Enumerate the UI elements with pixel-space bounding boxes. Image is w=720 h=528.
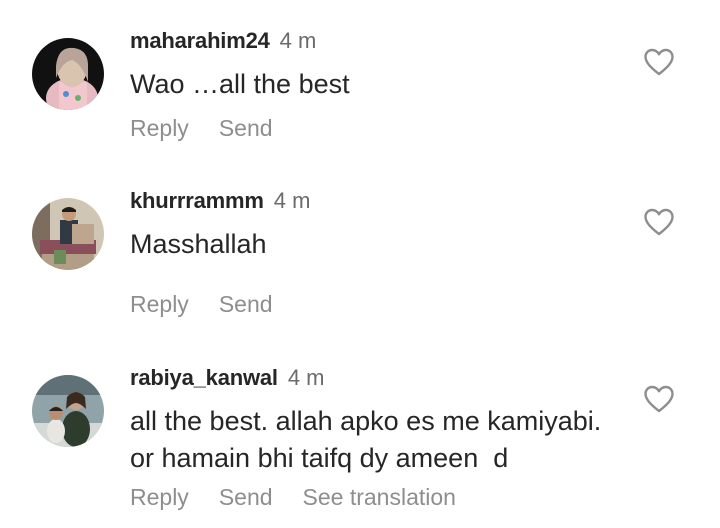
comment-text: Masshallah — [130, 229, 267, 259]
see-translation-button[interactable]: See translation — [303, 483, 456, 511]
username[interactable]: rabiya_kanwal — [130, 365, 278, 390]
username[interactable]: khurrrammm — [130, 188, 264, 213]
heart-outline-icon[interactable] — [643, 384, 675, 414]
heart-outline-icon[interactable] — [643, 207, 675, 237]
timestamp: 4 m — [279, 28, 317, 53]
username[interactable]: maharahim24 — [130, 28, 270, 53]
timestamp: 4 m — [287, 365, 325, 390]
reply-button[interactable]: Reply — [130, 290, 189, 318]
send-button[interactable]: Send — [219, 290, 273, 318]
comment-text: Wao …all the best — [130, 69, 350, 99]
comment-text-line: or hamain bhi taifq dy ameen d — [130, 443, 509, 473]
avatar[interactable] — [32, 38, 104, 110]
avatar[interactable] — [32, 375, 104, 447]
reply-button[interactable]: Reply — [130, 483, 189, 511]
comment-text-line: all the best. allah apko es me kamiyabi. — [130, 406, 602, 436]
comment-text: all the best. allah apko es me kamiyabi.… — [130, 403, 601, 477]
send-button[interactable]: Send — [219, 483, 273, 511]
heart-outline-icon[interactable] — [643, 47, 675, 77]
comment-item: khurrrammm 4 m Masshallah Reply Send — [0, 160, 720, 340]
timestamp: 4 m — [273, 188, 311, 213]
send-button[interactable]: Send — [219, 114, 273, 142]
comment-item: rabiya_kanwal 4 m all the best. allah apk… — [0, 337, 720, 528]
avatar[interactable] — [32, 198, 104, 270]
reply-button[interactable]: Reply — [130, 114, 189, 142]
comment-item: maharahim24 4 m Wao …all the best Reply Se… — [0, 0, 720, 160]
